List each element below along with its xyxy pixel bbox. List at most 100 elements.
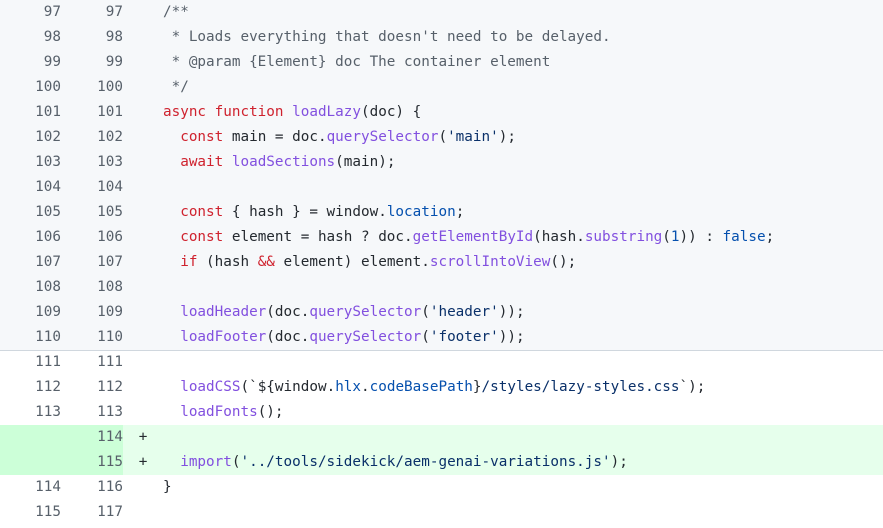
diff-rows: 97 97 /** 98 98 * Loads everything that does… [0,0,883,525]
old-line-number[interactable]: 109 [0,300,61,325]
old-line-number[interactable]: 99 [0,50,61,75]
code-content: * @param {Element} doc The container ele… [163,50,883,75]
old-line-number[interactable]: 107 [0,250,61,275]
new-line-number[interactable]: 110 [61,325,123,350]
code-token: loadSections [231,154,336,170]
new-line-number[interactable]: 97 [61,0,123,25]
new-line-number[interactable]: 101 [61,100,123,125]
code-token: (doc) { [361,104,422,120]
code-content: /** [163,0,883,25]
old-line-number[interactable]: 108 [0,275,61,300]
code-content: */ [163,75,883,100]
diff-line: 102 102 const main = doc.querySelector('m… [0,125,883,150]
code-content: loadCSS(`${window.hlx.codeBasePath}/styl… [163,375,883,400]
diff-line: 112 112 loadCSS(`${window.hlx.codeBasePat… [0,375,883,400]
code-token: )); [498,329,525,345]
diff-line: 111 111 [0,350,883,375]
diff-line: 100 100 */ [0,75,883,100]
old-line-number[interactable]: 103 [0,150,61,175]
new-line-number[interactable]: 115 [61,450,123,475]
code-token: (hash [197,254,258,270]
old-line-number[interactable]: 106 [0,225,61,250]
old-line-number[interactable]: 105 [0,200,61,225]
code-token: false [722,229,766,245]
new-line-number[interactable]: 113 [61,400,123,425]
code-token: const [180,204,224,220]
old-line-number[interactable]: 104 [0,175,61,200]
old-line-number[interactable] [0,425,61,450]
code-content: loadFonts(); [163,400,883,425]
new-line-number[interactable]: 116 [61,475,123,500]
old-line-number[interactable]: 113 [0,400,61,425]
diff-line: 107 107 if (hash && element) element.scro… [0,250,883,275]
code-token: main = doc. [223,129,327,145]
code-token: await [180,154,224,170]
new-line-number[interactable]: 106 [61,225,123,250]
new-line-number[interactable]: 100 [61,75,123,100]
old-line-number[interactable]: 98 [0,25,61,50]
new-line-number[interactable]: 111 [61,350,123,375]
code-token: getElementById [412,229,534,245]
code-token: '../tools/sidekick/aem-genai-variations.… [240,454,611,470]
new-line-number[interactable]: 107 [61,250,123,275]
new-line-number[interactable]: 104 [61,175,123,200]
code-token: (); [257,404,284,420]
old-line-number[interactable]: 97 [0,0,61,25]
code-token: { hash } = window. [223,204,387,220]
code-content: } [163,475,883,500]
old-line-number[interactable]: 115 [0,500,61,525]
diff-line: 108 108 [0,275,883,300]
diff-line: 114 116} [0,475,883,500]
new-line-number[interactable]: 117 [61,500,123,525]
diff-line: 99 99 * @param {Element} doc The containe… [0,50,883,75]
new-line-number[interactable]: 102 [61,125,123,150]
new-line-number[interactable]: 105 [61,200,123,225]
diff-line: 97 97 /** [0,0,883,25]
code-token: loadLazy [292,104,361,120]
code-token: */ [163,79,189,95]
old-line-number[interactable]: 101 [0,100,61,125]
code-token: loadFonts [180,404,258,420]
code-token: ( [421,304,430,320]
diff-line: 104 104 [0,175,883,200]
new-line-number[interactable]: 99 [61,50,123,75]
diff-marker: + [138,429,148,445]
code-token: * @param {Element} doc The container ele… [163,54,551,70]
new-line-number[interactable]: 109 [61,300,123,325]
old-line-number[interactable]: 100 [0,75,61,100]
code-token: loadCSS [180,379,241,395]
old-line-number[interactable]: 110 [0,325,61,350]
code-token: querySelector [309,304,422,320]
old-line-number[interactable]: 102 [0,125,61,150]
code-token: const [180,229,224,245]
old-line-number[interactable]: 111 [0,350,61,375]
new-line-number[interactable]: 112 [61,375,123,400]
new-line-number[interactable]: 98 [61,25,123,50]
code-token: } [472,379,482,395]
code-token: /styles/lazy-styles.css [481,379,680,395]
new-line-number[interactable]: 108 [61,275,123,300]
code-token: ( [421,329,430,345]
code-token: (doc. [266,304,310,320]
code-content: const { hash } = window.location; [163,200,883,225]
code-token: querySelector [326,129,439,145]
new-line-number[interactable]: 103 [61,150,123,175]
diff-line-added: 114 + [0,425,883,450]
new-line-number[interactable]: 114 [61,425,123,450]
old-line-number[interactable]: 112 [0,375,61,400]
diff-line: 106 106 const element = hash ? doc.getEle… [0,225,883,250]
code-token: element) element. [274,254,430,270]
old-line-number[interactable] [0,450,61,475]
code-token: * Loads everything that doesn't need to … [163,29,611,45]
code-token: location [386,204,456,220]
code-token: ${ [257,379,275,395]
diff-line: 109 109 loadHeader(doc.querySelector('hea… [0,300,883,325]
old-line-number[interactable]: 114 [0,475,61,500]
